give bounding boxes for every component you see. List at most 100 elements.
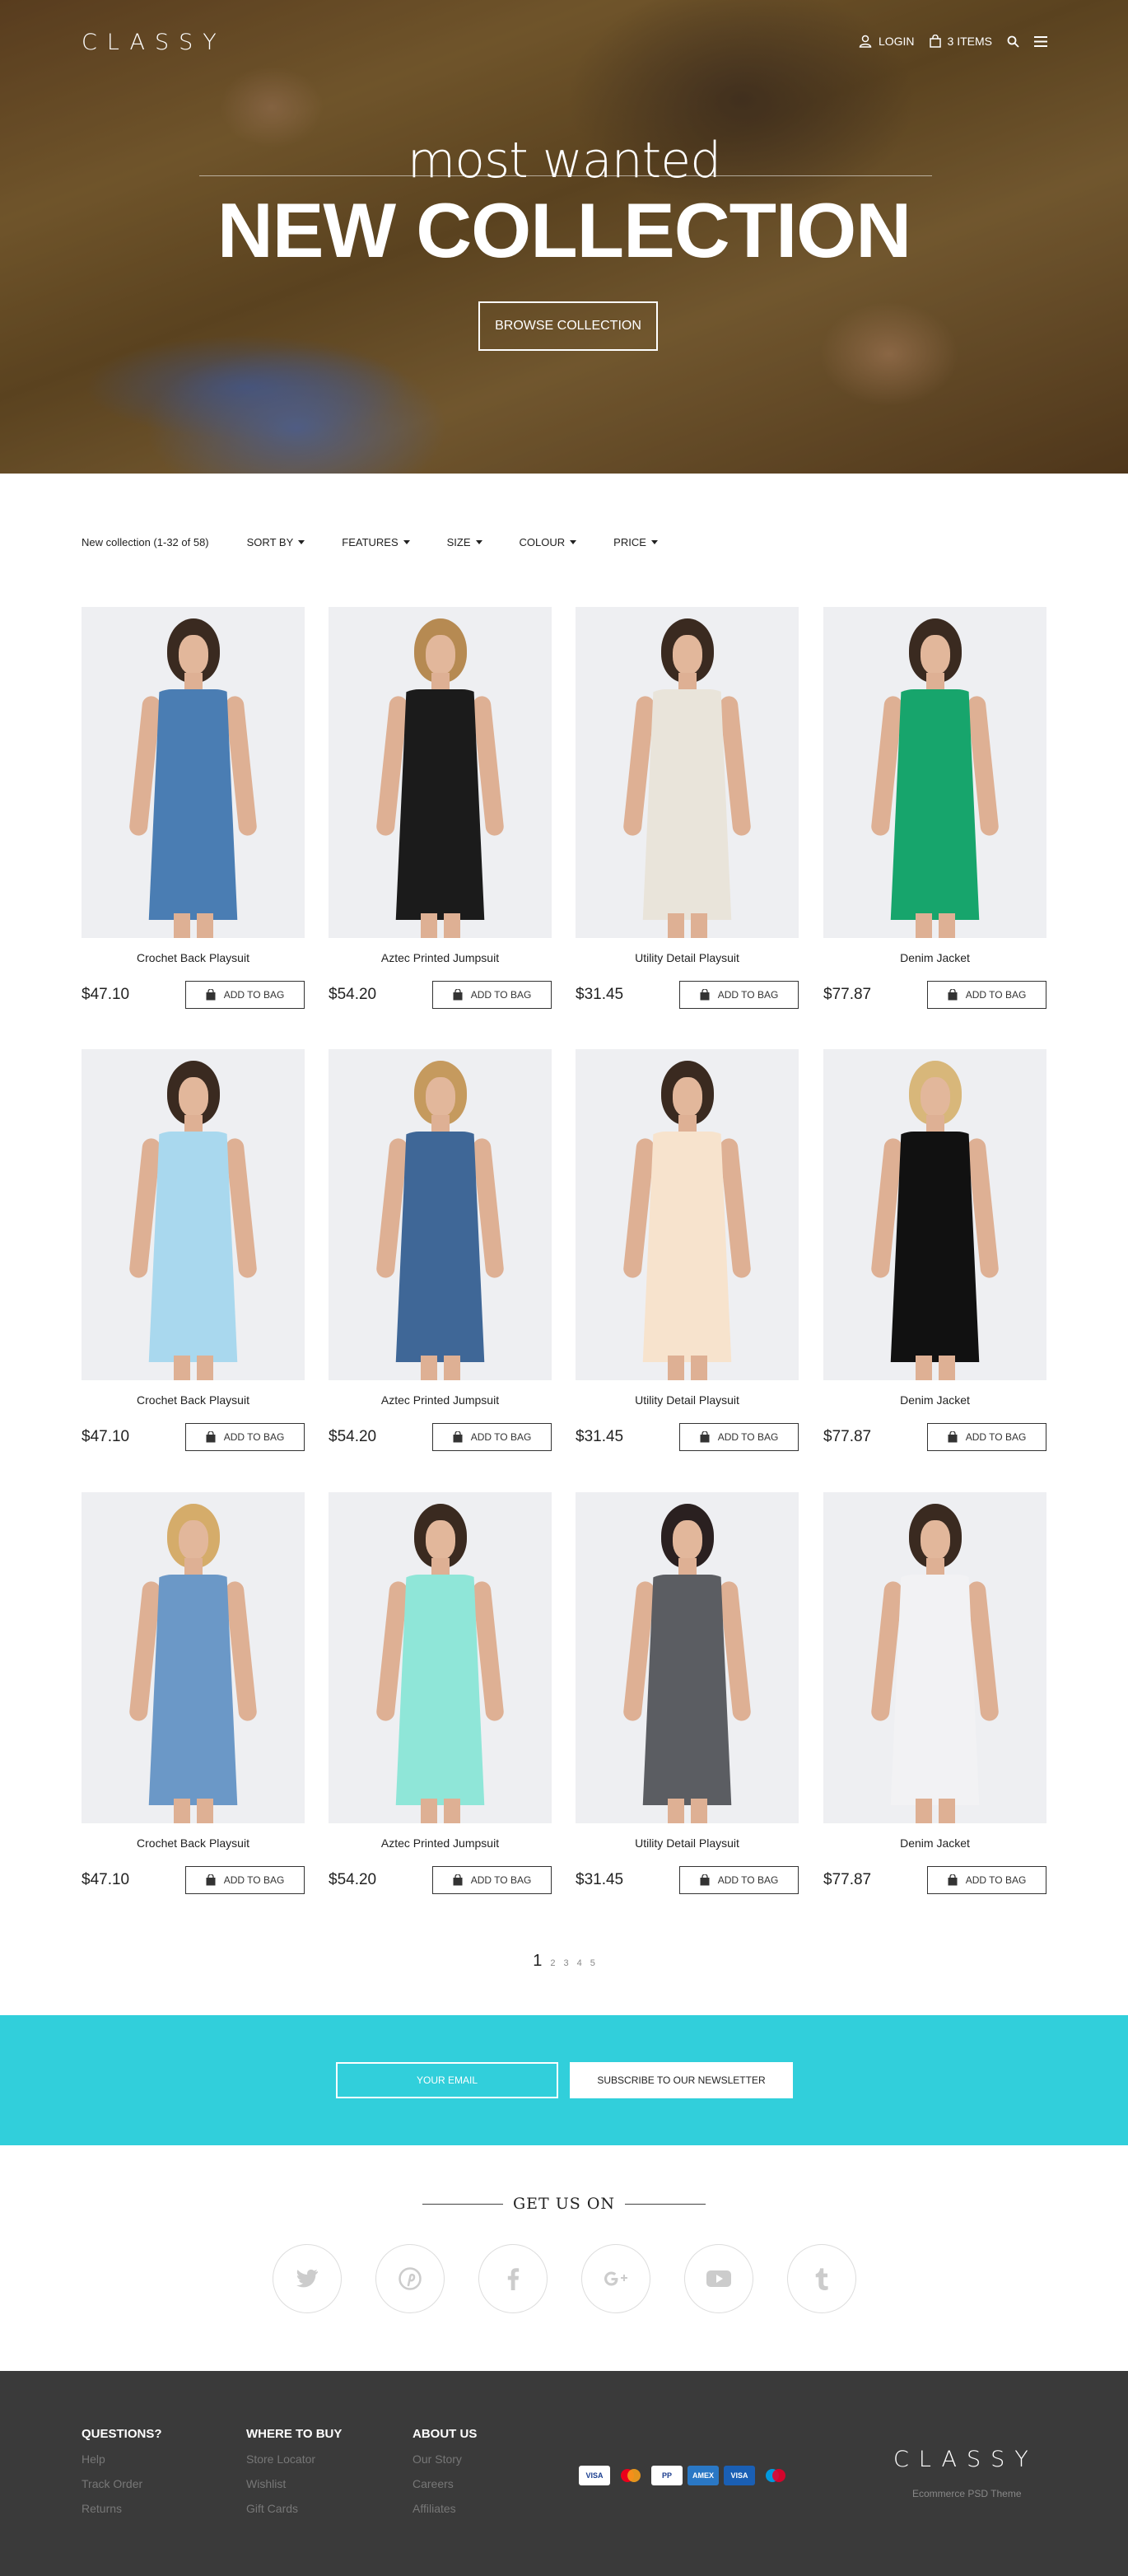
product-name[interactable]: Aztec Printed Jumpsuit bbox=[329, 951, 552, 968]
add-to-bag-button[interactable]: ADD TO BAG bbox=[679, 981, 799, 1009]
footer-column-questions: QUESTIONS? Help Track Order Returns bbox=[82, 2427, 162, 2527]
add-to-bag-button[interactable]: ADD TO BAG bbox=[679, 1423, 799, 1451]
menu-button[interactable] bbox=[1034, 35, 1047, 47]
model-face bbox=[672, 1520, 702, 1560]
product-meta: $47.10 ADD TO BAG bbox=[82, 981, 305, 1009]
product-image[interactable] bbox=[82, 1492, 305, 1823]
footer-link-wishlist[interactable]: Wishlist bbox=[246, 2477, 342, 2490]
size-dropdown[interactable]: SIZE bbox=[447, 536, 482, 548]
add-to-bag-button[interactable]: ADD TO BAG bbox=[432, 1423, 552, 1451]
product-card: Crochet Back Playsuit $47.10 ADD TO BAG bbox=[82, 1049, 305, 1451]
product-price: $31.45 bbox=[576, 1428, 624, 1445]
product-name[interactable]: Aztec Printed Jumpsuit bbox=[329, 1836, 552, 1853]
footer-link-help[interactable]: Help bbox=[82, 2452, 162, 2466]
heading-divider bbox=[625, 2203, 706, 2205]
facebook-link[interactable] bbox=[478, 2244, 548, 2313]
page-link-4[interactable]: 4 bbox=[577, 1958, 582, 1968]
product-name[interactable]: Aztec Printed Jumpsuit bbox=[329, 1393, 552, 1410]
social-heading: GET US ON bbox=[0, 2195, 1128, 2213]
dropdown-label: SORT BY bbox=[246, 536, 294, 548]
footer-link-track-order[interactable]: Track Order bbox=[82, 2477, 162, 2490]
product-image[interactable] bbox=[576, 1049, 799, 1380]
product-image[interactable] bbox=[329, 1492, 552, 1823]
product-meta: $31.45 ADD TO BAG bbox=[576, 1423, 799, 1451]
features-dropdown[interactable]: FEATURES bbox=[342, 536, 410, 548]
product-image[interactable] bbox=[823, 607, 1046, 938]
footer-link-gift-cards[interactable]: Gift Cards bbox=[246, 2502, 342, 2515]
footer-link-store-locator[interactable]: Store Locator bbox=[246, 2452, 342, 2466]
login-link[interactable]: LOGIN bbox=[859, 35, 915, 48]
add-to-bag-button[interactable]: ADD TO BAG bbox=[927, 1866, 1046, 1894]
product-name[interactable]: Denim Jacket bbox=[823, 1836, 1046, 1853]
search-button[interactable] bbox=[1007, 35, 1019, 48]
product-name[interactable]: Crochet Back Playsuit bbox=[82, 1393, 305, 1410]
product-name[interactable]: Utility Detail Playsuit bbox=[576, 951, 799, 968]
product-name[interactable]: Denim Jacket bbox=[823, 951, 1046, 968]
product-name[interactable]: Utility Detail Playsuit bbox=[576, 1393, 799, 1410]
footer-column-title: QUESTIONS? bbox=[82, 2427, 162, 2441]
tumblr-link[interactable] bbox=[787, 2244, 856, 2313]
footer-link-affiliates[interactable]: Affiliates bbox=[413, 2502, 477, 2515]
pinterest-link[interactable] bbox=[375, 2244, 445, 2313]
product-image[interactable] bbox=[82, 607, 305, 938]
product-price: $31.45 bbox=[576, 986, 624, 1003]
caret-down-icon bbox=[570, 540, 577, 544]
add-to-bag-label: ADD TO BAG bbox=[223, 1874, 285, 1886]
product-card: Denim Jacket $77.87 ADD TO BAG bbox=[823, 1492, 1046, 1894]
add-to-bag-button[interactable]: ADD TO BAG bbox=[927, 1423, 1046, 1451]
footer-logo[interactable]: CLASSY bbox=[893, 2447, 1038, 2472]
product-image[interactable] bbox=[823, 1049, 1046, 1380]
product-image[interactable] bbox=[329, 607, 552, 938]
add-to-bag-button[interactable]: ADD TO BAG bbox=[432, 981, 552, 1009]
twitter-link[interactable] bbox=[273, 2244, 342, 2313]
footer-tagline: Ecommerce PSD Theme bbox=[912, 2488, 1022, 2499]
product-name[interactable]: Denim Jacket bbox=[823, 1393, 1046, 1410]
page-link-2[interactable]: 2 bbox=[550, 1958, 555, 1968]
product-image[interactable] bbox=[576, 607, 799, 938]
model-leg bbox=[197, 913, 213, 938]
model-leg bbox=[444, 1356, 460, 1380]
add-to-bag-button[interactable]: ADD TO BAG bbox=[185, 981, 305, 1009]
product-image[interactable] bbox=[576, 1492, 799, 1823]
page-link-1[interactable]: 1 bbox=[533, 1952, 542, 1971]
product-name[interactable]: Crochet Back Playsuit bbox=[82, 951, 305, 968]
footer-column-where-to-buy: WHERE TO BUY Store Locator Wishlist Gift… bbox=[246, 2427, 342, 2527]
product-card: Aztec Printed Jumpsuit $54.20 ADD TO BAG bbox=[329, 1492, 552, 1894]
browse-collection-button[interactable]: BROWSE COLLECTION bbox=[478, 301, 658, 351]
filter-bar: New collection (1-32 of 58) SORT BY FEAT… bbox=[82, 536, 695, 548]
shopping-bag-icon bbox=[948, 1431, 958, 1443]
add-to-bag-button[interactable]: ADD TO BAG bbox=[927, 981, 1046, 1009]
subscribe-button[interactable]: SUBSCRIBE TO OUR NEWSLETTER bbox=[570, 2062, 793, 2098]
product-meta: $54.20 ADD TO BAG bbox=[329, 1423, 552, 1451]
bag-link[interactable]: 3 ITEMS bbox=[929, 35, 992, 48]
add-to-bag-button[interactable]: ADD TO BAG bbox=[185, 1423, 305, 1451]
product-meta: $54.20 ADD TO BAG bbox=[329, 1866, 552, 1894]
logo[interactable]: CLASSY bbox=[82, 30, 226, 55]
model-leg bbox=[444, 913, 460, 938]
page-link-3[interactable]: 3 bbox=[563, 1958, 568, 1968]
add-to-bag-button[interactable]: ADD TO BAG bbox=[185, 1866, 305, 1894]
model-leg bbox=[668, 1799, 684, 1823]
price-dropdown[interactable]: PRICE bbox=[613, 536, 658, 548]
product-price: $54.20 bbox=[329, 1428, 377, 1445]
footer-link-our-story[interactable]: Our Story bbox=[413, 2452, 477, 2466]
youtube-link[interactable] bbox=[684, 2244, 753, 2313]
social-links bbox=[273, 2244, 856, 2313]
shopping-bag-icon bbox=[453, 989, 463, 1001]
page-link-5[interactable]: 5 bbox=[590, 1958, 595, 1968]
google-plus-link[interactable] bbox=[581, 2244, 650, 2313]
footer-link-returns[interactable]: Returns bbox=[82, 2502, 162, 2515]
product-image[interactable] bbox=[329, 1049, 552, 1380]
sort-by-dropdown[interactable]: SORT BY bbox=[247, 536, 305, 548]
add-to-bag-button[interactable]: ADD TO BAG bbox=[679, 1866, 799, 1894]
colour-dropdown[interactable]: COLOUR bbox=[520, 536, 577, 548]
product-image[interactable] bbox=[823, 1492, 1046, 1823]
dropdown-label: FEATURES bbox=[342, 536, 399, 548]
product-name[interactable]: Crochet Back Playsuit bbox=[82, 1836, 305, 1853]
footer-link-careers[interactable]: Careers bbox=[413, 2477, 477, 2490]
product-image[interactable] bbox=[82, 1049, 305, 1380]
email-field[interactable] bbox=[336, 2062, 558, 2098]
model-face bbox=[672, 635, 702, 674]
add-to-bag-button[interactable]: ADD TO BAG bbox=[432, 1866, 552, 1894]
product-name[interactable]: Utility Detail Playsuit bbox=[576, 1836, 799, 1853]
